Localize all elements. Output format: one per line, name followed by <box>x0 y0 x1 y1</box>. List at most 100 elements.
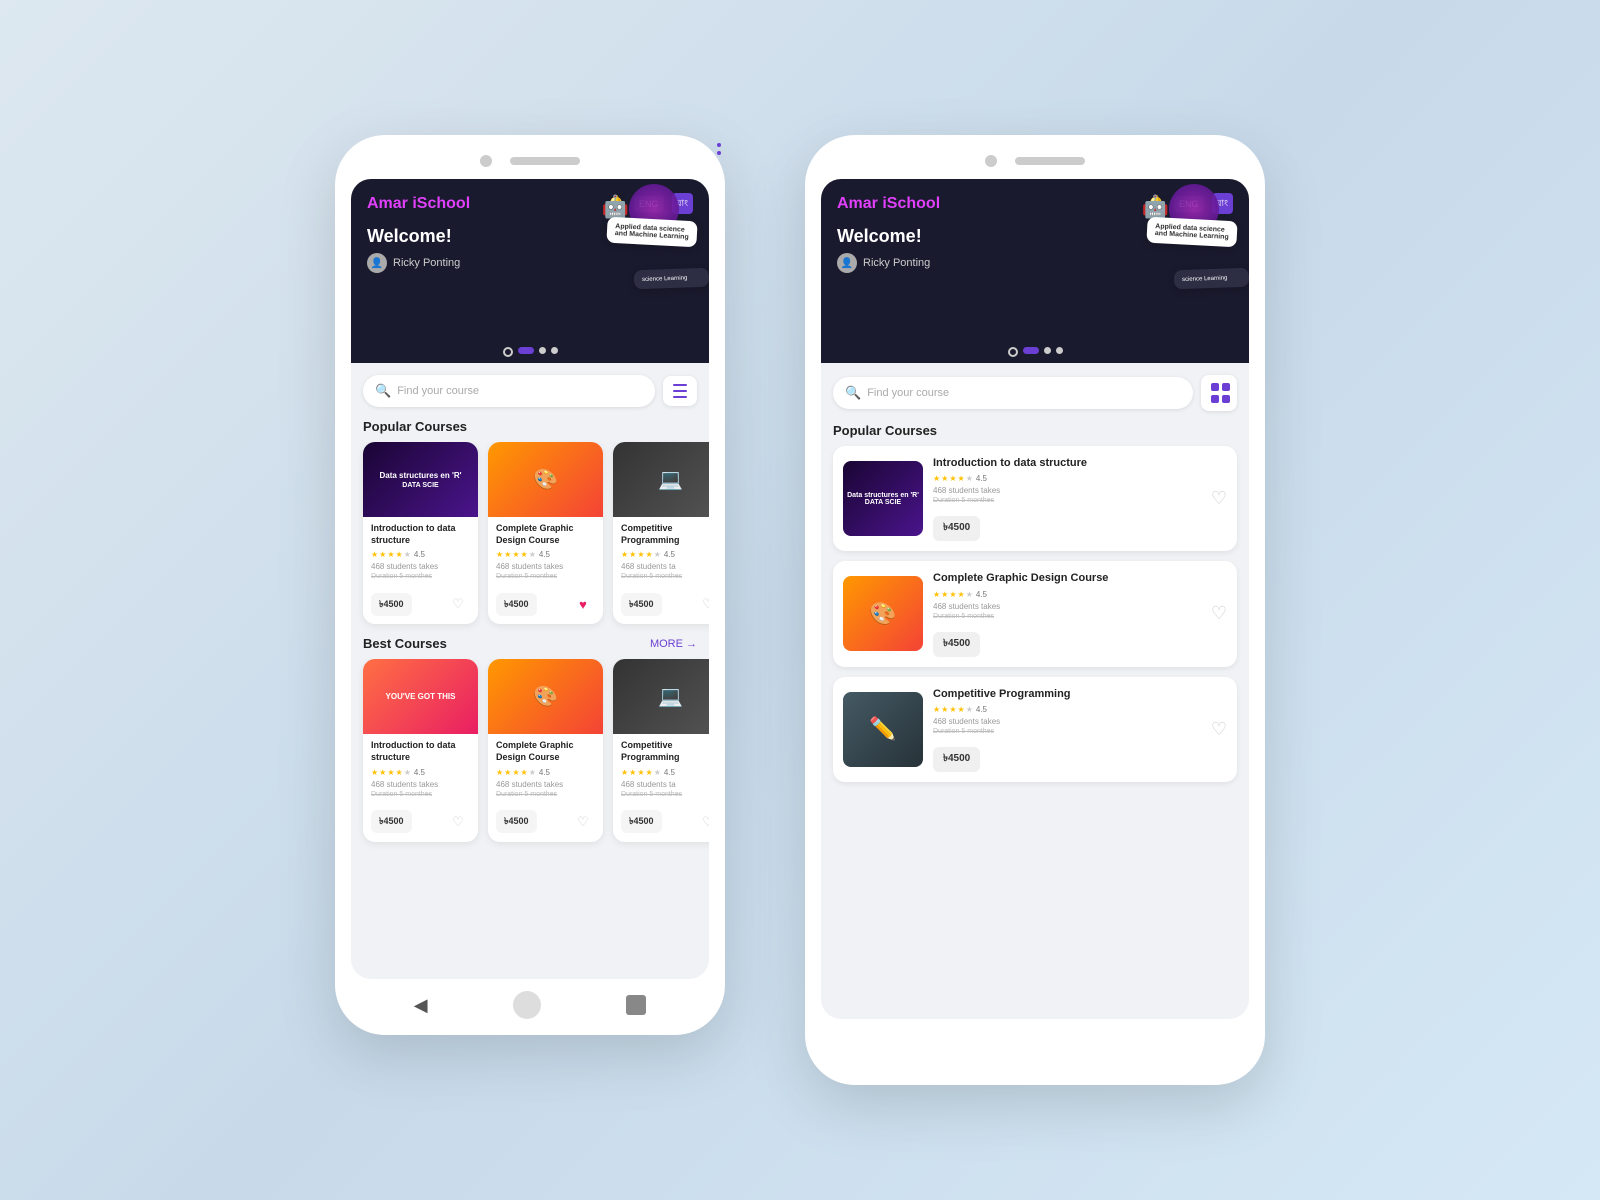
nav-back-btn[interactable]: ◀ <box>414 995 428 1016</box>
search-bar-small[interactable]: 🔍 Find your course <box>363 375 655 407</box>
carousel-dot-4[interactable] <box>551 347 558 354</box>
card-text-1: Applied data science and Machine Learnin… <box>615 223 689 241</box>
popular-course-card-2[interactable]: 🎨 Complete Graphic Design Course ★ ★ ★ ★… <box>488 442 603 624</box>
star-12: ★ <box>629 550 636 559</box>
list-price-ds: ৳4500 <box>933 516 980 541</box>
floating-card-large-2: science Learning <box>1174 268 1249 290</box>
price-2: ৳4500 <box>496 593 537 616</box>
heart-btn-1[interactable]: ♡ <box>446 592 470 616</box>
list-stars-graphic: ★ ★ ★ ★ ★ 4.5 <box>933 590 1201 599</box>
heart-btn-2[interactable]: ♥ <box>571 592 595 616</box>
phone-large: Amar iSchool 🔔 ENG বাং Welcome! 👤 Ricky … <box>805 135 1265 1085</box>
grid-filter-btn[interactable] <box>1201 375 1237 411</box>
thumb-comp-2: 💻 <box>613 659 709 734</box>
best-footer-3: ৳4500 ♡ <box>613 810 709 842</box>
carousel-dot-3[interactable] <box>539 347 546 354</box>
stars-2: ★ ★ ★ ★ ★ 4.5 <box>496 550 595 559</box>
duration-3: Duration 5 monthes <box>621 573 709 580</box>
list-name-graphic: Complete Graphic Design Course <box>933 571 1201 585</box>
large-dot-4[interactable] <box>1056 347 1063 354</box>
search-bar-large[interactable]: 🔍 Find your course <box>833 377 1193 409</box>
list-heart-graphic[interactable]: ♡ <box>1211 603 1227 624</box>
stars-3: ★ ★ ★ ★ ★ 4.5 <box>621 550 709 559</box>
filter-button-small[interactable] <box>663 376 697 406</box>
list-item-competitive[interactable]: ✏️ Competitive Programming ★ ★ ★ ★ ★ 4.5… <box>833 677 1237 782</box>
star-5: ★ <box>404 550 411 559</box>
app-header-large: Amar iSchool 🔔 ENG বাং Welcome! 👤 Ricky … <box>821 179 1249 339</box>
app-logo-large: Amar iSchool <box>837 195 940 213</box>
best-heart-1[interactable]: ♡ <box>446 810 470 834</box>
large-dot-2[interactable] <box>1023 347 1039 354</box>
star-13: ★ <box>637 550 644 559</box>
card-text-large-1: Applied data science and Machine Learnin… <box>1155 223 1229 241</box>
carousel-dot-2[interactable] <box>518 347 534 354</box>
list-thumb-competitive: ✏️ <box>843 692 923 767</box>
star-8: ★ <box>512 550 519 559</box>
best-duration-1: Duration 5 monthes <box>371 791 470 798</box>
list-price-graphic: ৳4500 <box>933 632 980 657</box>
best-course-card-3[interactable]: 💻 Competitive Programming ★ ★ ★ ★ ★ 4.5 … <box>613 659 709 841</box>
star-3: ★ <box>387 550 394 559</box>
star-4: ★ <box>396 550 403 559</box>
best-footer-2: ৳4500 ♡ <box>488 810 603 842</box>
popular-course-card-3[interactable]: 💻 Competitive Programming ★ ★ ★ ★ ★ 4.5 … <box>613 442 709 624</box>
list-price-competitive: ৳4500 <box>933 747 980 772</box>
star-11: ★ <box>621 550 628 559</box>
search-placeholder-large: Find your course <box>867 387 949 399</box>
popular-course-card-1[interactable]: Data structures en 'R' DATA SCIE Introdu… <box>363 442 478 624</box>
carousel-dot-1[interactable] <box>503 347 513 357</box>
card-text-large-2: science Learning <box>1182 275 1228 283</box>
list-students-ds: 468 students takes <box>933 486 1201 495</box>
star-10: ★ <box>529 550 536 559</box>
best-heart-3[interactable]: ♡ <box>696 810 709 834</box>
list-item-graphic[interactable]: 🎨 Complete Graphic Design Course ★ ★ ★ ★… <box>833 561 1237 666</box>
students-3: 468 students ta <box>621 562 709 571</box>
best-course-card-1[interactable]: YOU'VE GOT THIS Introduction to data str… <box>363 659 478 841</box>
course-name-1: Introduction to data structure <box>371 523 470 546</box>
phone-small: Amar iSchool 🔔 ENG বাং Welcome! 👤 Ricky … <box>335 135 725 1035</box>
phone-speaker <box>510 157 580 165</box>
star-7: ★ <box>504 550 511 559</box>
list-info-graphic: Complete Graphic Design Course ★ ★ ★ ★ ★… <box>933 571 1201 656</box>
best-course-card-2[interactable]: 🎨 Complete Graphic Design Course ★ ★ ★ ★… <box>488 659 603 841</box>
star-14: ★ <box>646 550 653 559</box>
list-duration-graphic: Duration 5 monthes <box>933 613 1201 620</box>
phone-top-bar <box>351 155 709 167</box>
best-info-2: Complete Graphic Design Course ★ ★ ★ ★ ★… <box>488 734 603 809</box>
best-heart-2[interactable]: ♡ <box>571 810 595 834</box>
banner-dots-large <box>821 339 1249 363</box>
floating-card-large-1: Applied data science and Machine Learnin… <box>1146 217 1237 248</box>
list-students-graphic: 468 students takes <box>933 602 1201 611</box>
thumb-graphic-2: 🎨 <box>488 659 603 734</box>
duration-1: Duration 5 monthes <box>371 573 470 580</box>
more-link-small[interactable]: MORE → <box>650 638 697 650</box>
card-footer-3: ৳4500 ♡ <box>613 592 709 624</box>
filter-line-1 <box>673 384 687 386</box>
list-duration-competitive: Duration 5 monthes <box>933 728 1201 735</box>
list-stars-competitive: ★ ★ ★ ★ ★ 4.5 <box>933 705 1201 714</box>
phone-large-speaker <box>1015 157 1085 165</box>
search-placeholder-small: Find your course <box>397 385 479 397</box>
user-name-large: Ricky Ponting <box>863 257 930 269</box>
list-item-ds[interactable]: Data structures en 'R' DATA SCIE Introdu… <box>833 446 1237 551</box>
nav-square-btn[interactable] <box>626 995 646 1015</box>
course-info-3: Competitive Programming ★ ★ ★ ★ ★ 4.5 46… <box>613 517 709 592</box>
phone-large-camera <box>985 155 997 167</box>
best-stars-3: ★ ★ ★ ★ ★ 4.5 <box>621 768 709 777</box>
popular-courses-scroll: Data structures en 'R' DATA SCIE Introdu… <box>351 442 709 632</box>
grid-sq-1 <box>1211 383 1219 391</box>
large-dot-3[interactable] <box>1044 347 1051 354</box>
large-dot-1[interactable] <box>1008 347 1018 357</box>
thumb-comp-1: 💻 <box>613 442 709 517</box>
heart-btn-3[interactable]: ♡ <box>696 592 709 616</box>
logo-text-small: Amar iSchool <box>367 195 470 212</box>
best-students-3: 468 students ta <box>621 780 709 789</box>
students-1: 468 students takes <box>371 562 470 571</box>
bottom-nav-small: ◀ <box>351 979 709 1019</box>
nav-home-btn[interactable] <box>513 991 541 1019</box>
list-heart-competitive[interactable]: ♡ <box>1211 719 1227 740</box>
list-heart-ds[interactable]: ♡ <box>1211 488 1227 509</box>
thumb-graphic-1: 🎨 <box>488 442 603 517</box>
card-footer-2: ৳4500 ♥ <box>488 592 603 624</box>
card-text-2: science Learning <box>642 275 688 283</box>
